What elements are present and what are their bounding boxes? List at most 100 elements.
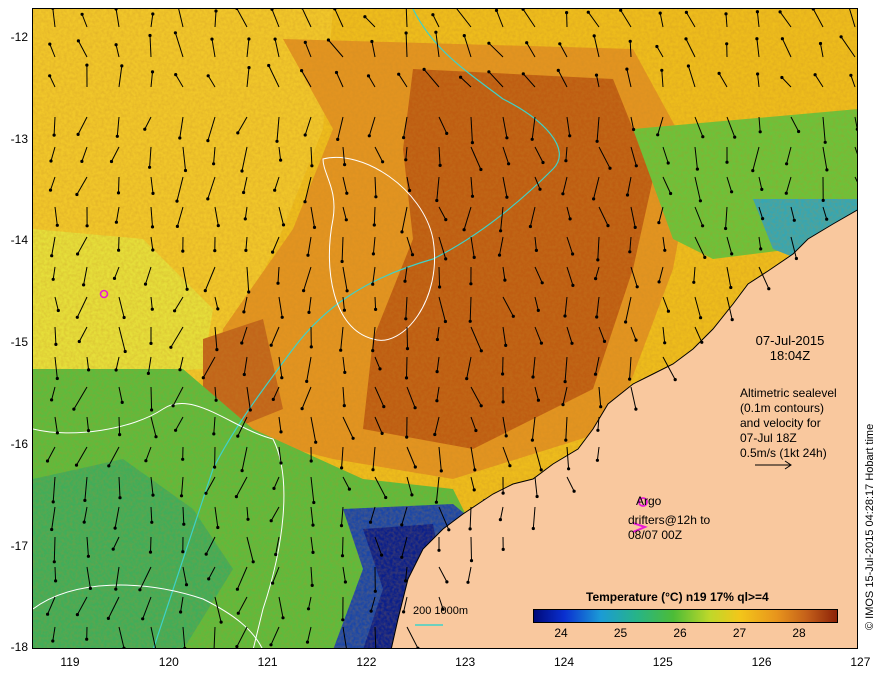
velocity-arrow-head xyxy=(813,73,817,77)
velocity-arrow-head xyxy=(86,554,90,558)
velocity-arrow-head xyxy=(48,188,53,192)
velocity-arrow-head xyxy=(403,279,407,283)
velocity-arrow-head xyxy=(563,314,567,318)
velocity-arrow-head xyxy=(657,221,661,225)
velocity-arrow-head xyxy=(468,319,472,323)
velocity-arrow-head xyxy=(120,64,124,68)
velocity-arrow-head xyxy=(634,164,638,168)
velocity-arrow-head xyxy=(470,194,475,198)
velocity-arrow-head xyxy=(88,586,92,591)
velocity-arrow xyxy=(373,206,376,226)
velocity-arrow-head xyxy=(825,168,829,172)
velocity-arrow-head xyxy=(51,639,55,643)
velocity-arrow-head xyxy=(571,283,575,287)
velocity-arrow-head xyxy=(404,31,408,35)
velocity-arrow-head xyxy=(571,252,575,256)
velocity-arrow-head xyxy=(342,308,346,312)
velocity-arrow-head xyxy=(107,464,111,468)
velocity-arrow-head xyxy=(150,70,155,74)
velocity-arrow-head xyxy=(175,224,179,228)
velocity-arrow-head xyxy=(540,281,544,285)
velocity-arrow-head xyxy=(326,38,330,42)
velocity-arrow xyxy=(118,176,120,193)
velocity-arrow-head xyxy=(594,73,599,77)
velocity-arrow-head xyxy=(382,405,386,409)
velocity-arrow-head xyxy=(46,612,50,616)
velocity-arrow-head xyxy=(309,459,313,463)
velocity-arrow xyxy=(406,356,408,378)
velocity-arrow-head xyxy=(792,218,796,222)
velocity-arrow-head xyxy=(503,278,507,282)
velocity-arrow-head xyxy=(608,166,612,170)
velocity-arrow-head xyxy=(271,250,275,254)
velocity-arrow-head xyxy=(181,457,185,461)
velocity-arrow-head xyxy=(655,44,659,49)
longitude-tick-label: 121 xyxy=(257,655,278,669)
velocity-arrow-head xyxy=(558,42,562,46)
colorbar-tick-label: 26 xyxy=(673,626,687,640)
velocity-arrow-head xyxy=(55,376,59,381)
velocity-arrow-head xyxy=(539,341,543,345)
velocity-arrow xyxy=(118,416,121,435)
velocity-arrow xyxy=(470,536,472,561)
altimetry-line: 07-Jul 18Z xyxy=(740,431,797,445)
velocity-arrow-head xyxy=(234,495,238,499)
velocity-arrow-head xyxy=(684,37,688,41)
velocity-arrow-head xyxy=(75,192,79,197)
velocity-arrow-head xyxy=(499,229,503,233)
velocity-arrow-head xyxy=(303,40,307,44)
velocity-arrow-head xyxy=(632,127,636,132)
velocity-arrow-head xyxy=(244,248,248,252)
velocity-arrow-head xyxy=(303,133,307,137)
velocity-arrow-head xyxy=(730,190,734,194)
velocity-arrow-head xyxy=(435,399,439,403)
velocity-arrow-head xyxy=(300,407,304,411)
longitude-tick-label: 122 xyxy=(356,655,377,669)
velocity-arrow-head xyxy=(505,195,509,199)
longitude-tick-label: 120 xyxy=(158,655,179,669)
velocity-arrow-head xyxy=(413,465,417,469)
velocity-arrow-head xyxy=(240,169,244,173)
velocity-arrow-head xyxy=(80,12,84,16)
velocity-arrow-head xyxy=(343,163,347,167)
velocity-arrow-head xyxy=(75,315,79,319)
velocity-arrow-head xyxy=(275,139,279,143)
velocity-arrow-head xyxy=(271,581,275,585)
velocity-arrow-head xyxy=(247,66,251,70)
velocity-arrow-head xyxy=(82,283,86,287)
velocity-arrow-head xyxy=(703,255,707,259)
velocity-arrow-head xyxy=(780,75,784,80)
velocity-arrow-head xyxy=(339,524,344,528)
image-timestamp: 07-Jul-2015 18:04Z xyxy=(735,333,845,363)
velocity-arrow-head xyxy=(116,191,121,195)
velocity-arrow-head xyxy=(700,340,704,344)
velocity-arrow-head xyxy=(306,253,310,257)
velocity-arrow-head xyxy=(368,520,373,524)
sst-map[interactable] xyxy=(32,8,858,649)
velocity-arrow-head xyxy=(825,217,829,221)
altimetry-line: Altimetric sealevel xyxy=(740,386,837,400)
image-date: 07-Jul-2015 xyxy=(755,333,825,348)
velocity-arrow-head xyxy=(572,489,576,493)
velocity-arrow-head xyxy=(717,71,721,75)
velocity-arrow-head xyxy=(595,458,600,462)
velocity-arrow-head xyxy=(80,159,84,163)
velocity-arrow-head xyxy=(536,308,540,312)
velocity-arrow-head xyxy=(596,258,600,262)
velocity-arrow-head xyxy=(366,74,371,78)
velocity-arrow-head xyxy=(698,199,703,203)
velocity-arrow-head xyxy=(404,158,408,162)
velocity-arrow-head xyxy=(236,434,240,438)
velocity-arrow-head xyxy=(818,41,823,46)
velocity-arrow-head xyxy=(279,461,283,465)
velocity-arrow-head xyxy=(778,10,782,14)
velocity-arrow-head xyxy=(114,220,118,224)
longitude-tick-label: 123 xyxy=(455,655,476,669)
velocity-arrow-head xyxy=(303,200,307,204)
latitude-tick-label: -13 xyxy=(10,131,28,146)
image-time: 18:04Z xyxy=(769,348,811,363)
velocity-arrow-head xyxy=(144,459,148,463)
velocity-arrow-head xyxy=(498,518,502,522)
velocity-arrow-head xyxy=(658,11,662,15)
velocity-arrow-head xyxy=(280,376,284,380)
